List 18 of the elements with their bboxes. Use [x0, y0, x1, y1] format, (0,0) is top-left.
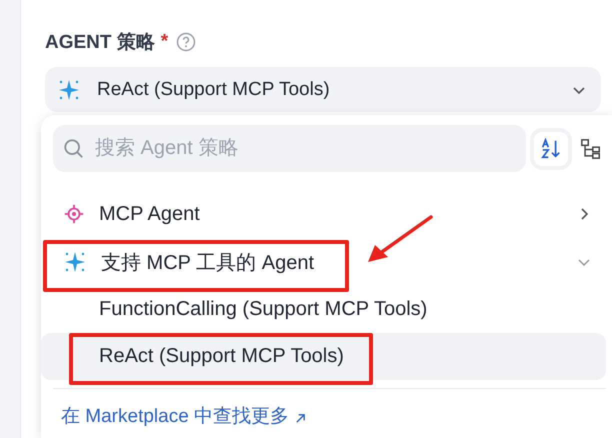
- strategy-select[interactable]: ReAct (Support MCP Tools): [45, 67, 601, 112]
- provider-row[interactable]: MCP Agent: [53, 190, 606, 238]
- target-icon: [63, 203, 85, 225]
- external-link-icon: [295, 412, 306, 424]
- search-field[interactable]: 搜索 Agent 策略: [93, 136, 516, 161]
- sparkle-icon: [63, 250, 87, 274]
- field-label: AGENT 策略: [45, 31, 155, 55]
- required-mark: *: [160, 31, 168, 53]
- strategy-option[interactable]: ReAct (Support MCP Tools): [41, 333, 606, 380]
- sort-button[interactable]: [534, 132, 568, 166]
- strategy-option[interactable]: FunctionCalling (Support MCP Tools): [53, 286, 606, 333]
- help-icon[interactable]: [176, 32, 196, 52]
- search-box[interactable]: 搜索 Agent 策略: [53, 125, 526, 172]
- sort-icon: [540, 138, 562, 160]
- tree-view-icon[interactable]: [580, 138, 602, 160]
- search-icon: [63, 138, 85, 160]
- provider-row[interactable]: 支持 MCP 工具的 Agent: [53, 238, 606, 286]
- marketplace-link[interactable]: 在 Marketplace 中查找更多: [61, 403, 290, 429]
